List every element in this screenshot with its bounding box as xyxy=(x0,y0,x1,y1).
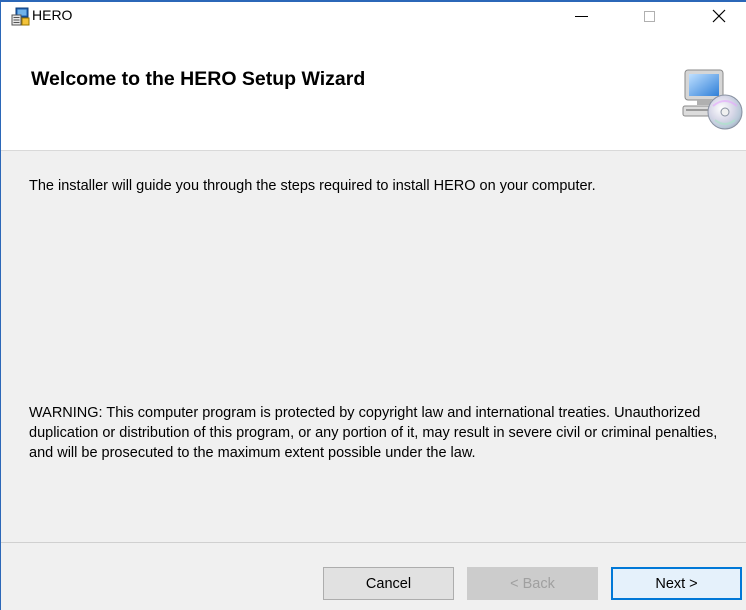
installer-window: HERO Welcome to the HERO Setup Wizard Th… xyxy=(0,0,746,610)
close-button[interactable] xyxy=(695,2,743,30)
back-button[interactable]: < Back xyxy=(467,567,598,600)
minimize-icon xyxy=(574,15,588,17)
page-title: Welcome to the HERO Setup Wizard xyxy=(31,68,366,90)
intro-text: The installer will guide you through the… xyxy=(29,178,596,194)
close-icon xyxy=(712,9,726,23)
copyright-warning: WARNING: This computer program is protec… xyxy=(29,405,718,461)
wizard-header: Welcome to the HERO Setup Wizard xyxy=(1,30,746,151)
next-button[interactable]: Next > xyxy=(611,567,742,600)
title-bar: HERO xyxy=(1,2,746,30)
maximize-icon xyxy=(643,10,655,22)
setup-computer-cd-icon xyxy=(682,69,743,130)
maximize-button[interactable] xyxy=(625,2,673,30)
cancel-button[interactable]: Cancel xyxy=(323,567,454,600)
installer-app-icon xyxy=(11,7,30,26)
footer-divider xyxy=(1,542,746,543)
window-title: HERO xyxy=(32,7,73,23)
minimize-button[interactable] xyxy=(557,2,605,30)
